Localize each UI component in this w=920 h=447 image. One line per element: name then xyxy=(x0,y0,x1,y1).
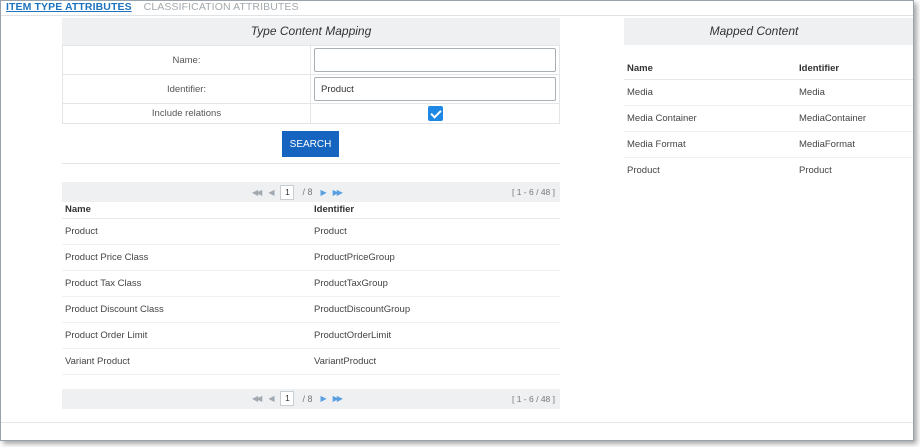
search-row: SEARCH xyxy=(62,124,560,164)
table-row[interactable]: Product Price Class ProductPriceGroup xyxy=(62,244,560,271)
row-name: Variant Product xyxy=(62,348,311,375)
row-name: Media Format xyxy=(624,131,796,158)
identifier-input[interactable] xyxy=(314,77,556,101)
name-input[interactable] xyxy=(314,48,556,72)
table-row[interactable]: Product Order Limit ProductOrderLimit xyxy=(62,322,560,349)
result-range: [ 1 - 6 / 48 ] xyxy=(512,393,555,404)
table-row[interactable]: Media Media xyxy=(624,79,913,106)
page-number-input[interactable]: 1 xyxy=(280,391,295,406)
prev-page-icon[interactable]: ◀ xyxy=(268,188,274,197)
next-page-icon[interactable]: ▶ xyxy=(320,188,326,197)
mapped-table: Name Identifier Media Media Media Contai… xyxy=(624,59,913,183)
identifier-label: Identifier: xyxy=(62,74,311,104)
row-name: Product Order Limit xyxy=(62,322,311,349)
tab-classification-attributes[interactable]: CLASSIFICATION ATTRIBUTES xyxy=(144,1,299,13)
table-row[interactable]: Product Discount Class ProductDiscountGr… xyxy=(62,296,560,323)
row-name: Product Tax Class xyxy=(62,270,311,297)
include-relations-label: Include relations xyxy=(62,103,311,124)
search-form: Name: Identifier: Include relations xyxy=(62,45,560,124)
table-row[interactable]: Product Product xyxy=(62,218,560,245)
row-name: Product xyxy=(62,218,311,245)
column-header-name[interactable]: Name xyxy=(62,202,311,219)
row-identifier: ProductDiscountGroup xyxy=(311,296,560,323)
search-button[interactable]: SEARCH xyxy=(282,131,339,157)
total-pages: / 8 xyxy=(302,187,313,197)
row-identifier: ProductOrderLimit xyxy=(311,322,560,349)
row-identifier: Product xyxy=(311,218,560,245)
row-name: Media xyxy=(624,79,796,106)
result-range: [ 1 - 6 / 48 ] xyxy=(512,187,555,197)
pager-top: ◀◀ ◀ 1 / 8 ▶ ▶▶ [ 1 - 6 / 48 ] xyxy=(62,182,560,202)
row-name: Product Discount Class xyxy=(62,296,311,323)
first-page-icon[interactable]: ◀◀ xyxy=(252,394,262,403)
row-name: Product xyxy=(627,164,660,176)
tab-bar: ITEM TYPE ATTRIBUTES CLASSIFICATION ATTR… xyxy=(6,1,299,15)
tab-item-type-attributes[interactable]: ITEM TYPE ATTRIBUTES xyxy=(6,1,132,13)
table-row[interactable]: Product Tax Class ProductTaxGroup xyxy=(62,270,560,297)
last-page-icon[interactable]: ▶▶ xyxy=(333,394,343,403)
pager-bottom: ◀◀ ◀ 1 / 8 ▶ ▶▶ [ 1 - 6 / 48 ] xyxy=(62,388,560,409)
column-header-identifier[interactable]: Identifier xyxy=(311,202,560,219)
include-relations-checkbox[interactable] xyxy=(427,106,443,121)
row-name: Product Price Class xyxy=(62,244,311,271)
table-row[interactable]: Media Container MediaContainer xyxy=(624,105,913,132)
last-page-icon[interactable]: ▶▶ xyxy=(333,188,343,197)
row-identifier: ProductTaxGroup xyxy=(311,270,560,297)
row-identifier: ProductPriceGroup xyxy=(311,244,560,271)
table-row[interactable]: Media Format MediaFormat xyxy=(624,131,913,158)
next-page-icon[interactable]: ▶ xyxy=(320,394,326,403)
mapped-content-panel: Mapped Content Name Identifier Media Med… xyxy=(624,18,913,183)
row-name: Media Container xyxy=(624,105,796,132)
table-row[interactable]: Product Product xyxy=(624,157,913,183)
table-row[interactable]: Variant Product VariantProduct xyxy=(62,348,560,375)
panel-title: Mapped Content xyxy=(624,18,913,45)
row-identifier: VariantProduct xyxy=(311,348,560,375)
row-identifier: MediaContainer xyxy=(796,105,913,132)
column-header-name[interactable]: Name xyxy=(624,59,796,80)
tab-divider xyxy=(1,15,913,16)
page-number-input[interactable]: 1 xyxy=(280,184,295,200)
first-page-icon[interactable]: ◀◀ xyxy=(252,188,262,197)
row-identifier: Product xyxy=(799,164,832,176)
row-identifier: MediaFormat xyxy=(796,131,913,158)
panel-title: Type Content Mapping xyxy=(62,18,560,45)
row-identifier: Media xyxy=(796,79,913,106)
bottom-divider xyxy=(1,422,913,423)
column-header-identifier[interactable]: Identifier xyxy=(796,59,913,80)
results-table: Name Identifier Product Product Product … xyxy=(62,202,560,375)
name-label: Name: xyxy=(62,45,311,75)
prev-page-icon[interactable]: ◀ xyxy=(268,394,274,403)
total-pages: / 8 xyxy=(302,393,313,404)
app-frame: ITEM TYPE ATTRIBUTES CLASSIFICATION ATTR… xyxy=(0,0,914,441)
type-content-mapping-panel: Type Content Mapping Name: Identifier: I… xyxy=(62,18,560,409)
